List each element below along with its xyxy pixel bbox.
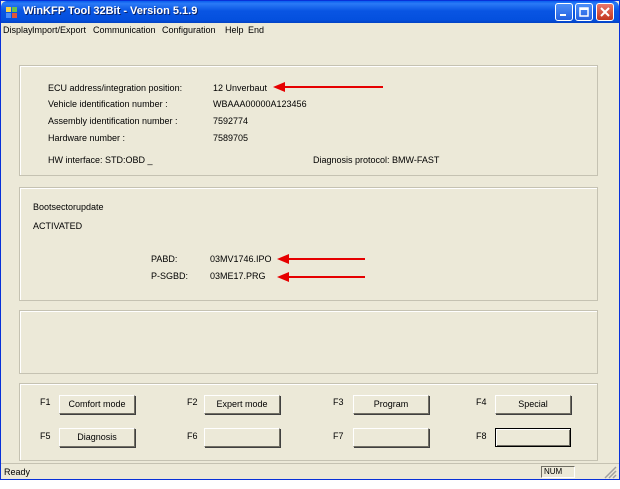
hardware-value: 7589705 (213, 133, 249, 143)
annotation-arrow-pabd (277, 254, 365, 264)
f1-key-label: F1 (40, 397, 51, 407)
diagnosis-protocol: Diagnosis protocol: BMW-FAST (313, 155, 440, 165)
maximize-button[interactable] (575, 3, 593, 21)
annotation-arrow-psgbd (277, 272, 365, 282)
close-button[interactable] (596, 3, 614, 21)
expert-mode-button[interactable]: Expert mode (204, 395, 280, 414)
resize-grip-icon[interactable] (591, 465, 617, 479)
maximize-icon (579, 7, 589, 17)
menu-communication[interactable]: Communication (93, 25, 156, 35)
num-lock-indicator: NUM (541, 466, 575, 478)
minimize-button[interactable] (555, 3, 573, 21)
menu-help[interactable]: Help (225, 25, 244, 35)
minimize-icon (560, 14, 566, 16)
f2-key-label: F2 (187, 397, 198, 407)
psgbd-value: 03ME17.PRG (210, 271, 266, 281)
assembly-value: 7592774 (213, 116, 249, 126)
menu-end[interactable]: End (248, 25, 264, 35)
comfort-mode-button[interactable]: Comfort mode (59, 395, 135, 414)
hw-interface: HW interface: STD:OBD _ (48, 155, 153, 165)
title-bar[interactable]: WinKFP Tool 32Bit - Version 5.1.9 (1, 1, 619, 23)
window-title: WinKFP Tool 32Bit - Version 5.1.9 (23, 5, 198, 17)
message-panel (19, 310, 598, 374)
special-button[interactable]: Special (495, 395, 571, 414)
hardware-label: Hardware number : (48, 133, 126, 143)
f8-key-label: F8 (476, 431, 487, 441)
pabd-value: 03MV1746.IPO (210, 254, 272, 264)
diagnosis-button[interactable]: Diagnosis (59, 428, 135, 447)
f7-button[interactable] (353, 428, 429, 447)
assembly-label: Assembly identification number : (48, 116, 178, 126)
f4-key-label: F4 (476, 397, 487, 407)
status-text: Ready (4, 467, 31, 477)
app-window: WinKFP Tool 32Bit - Version 5.1.9 Displa… (0, 0, 620, 480)
menu-import-export[interactable]: Import/Export (32, 25, 86, 35)
ecu-address-label: ECU address/integration position: (48, 83, 183, 93)
bootsector-status: ACTIVATED (33, 221, 83, 231)
pabd-label: PABD: (151, 254, 178, 264)
program-button[interactable]: Program (353, 395, 429, 414)
close-icon (600, 7, 610, 17)
psgbd-label: P-SGBD: (151, 271, 189, 281)
vin-label: Vehicle identification number : (48, 99, 168, 109)
menu-bar: Display Import/Export Communication Conf… (1, 23, 619, 39)
ecu-address-value: 12 Unverbaut (213, 83, 268, 93)
menu-display[interactable]: Display (3, 25, 33, 35)
f3-key-label: F3 (333, 397, 344, 407)
bootsector-title: Bootsectorupdate (33, 202, 104, 212)
f5-key-label: F5 (40, 431, 51, 441)
f6-button[interactable] (204, 428, 280, 447)
f8-button[interactable] (495, 428, 571, 447)
f6-key-label: F6 (187, 431, 198, 441)
status-bar: Ready NUM (1, 463, 619, 479)
function-key-panel: F1 Comfort mode F2 Expert mode F3 Progra… (19, 383, 598, 461)
menu-configuration[interactable]: Configuration (162, 25, 216, 35)
annotation-arrow-ecu (273, 82, 383, 92)
f7-key-label: F7 (333, 431, 344, 441)
bootsector-panel: Bootsectorupdate ACTIVATED PABD: 03MV174… (19, 187, 598, 301)
app-icon (6, 7, 17, 18)
vin-value: WBAAA00000A123456 (213, 99, 307, 109)
